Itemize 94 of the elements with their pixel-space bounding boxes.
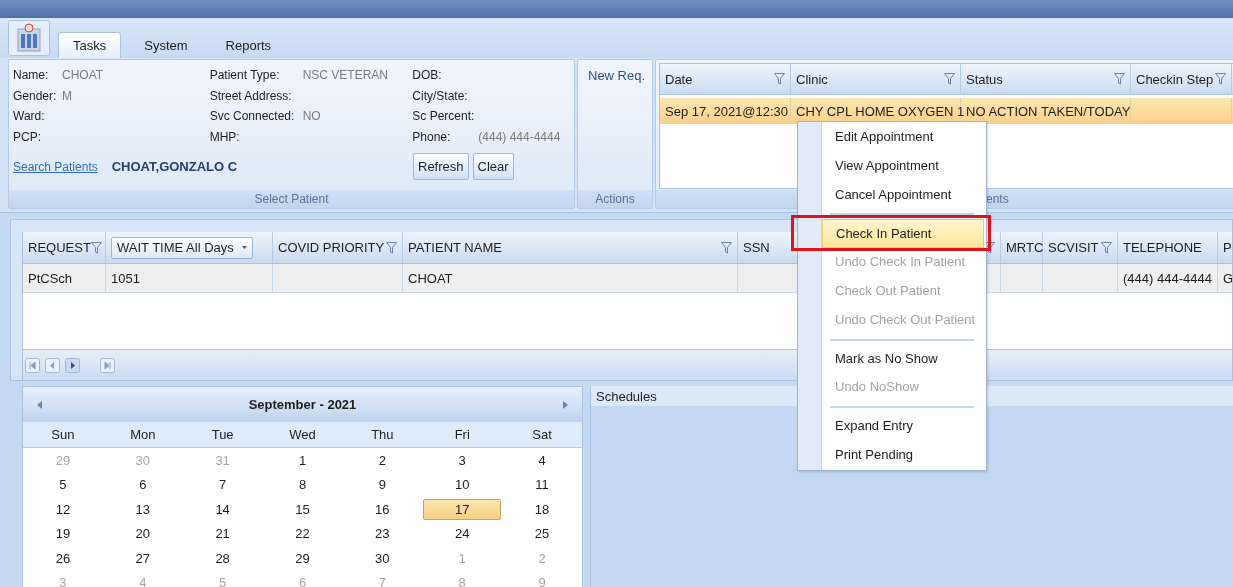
- calendar-day[interactable]: 26: [55, 548, 71, 568]
- calendar-day[interactable]: 4: [538, 450, 546, 470]
- field-label: Phone:: [412, 129, 452, 144]
- search-patients-link[interactable]: Search Patients: [13, 159, 98, 174]
- table-cell: PtCSch: [28, 270, 73, 286]
- field-label: Sc Percent:: [412, 109, 476, 124]
- wait-time-dropdown[interactable]: WAIT TIME All Days: [111, 236, 253, 259]
- field-label: City/State:: [412, 88, 469, 103]
- weekday-label: Fri: [454, 427, 470, 442]
- field-label: PCP:: [13, 129, 42, 144]
- column-header[interactable]: Clinic: [791, 64, 961, 94]
- table-cell: CHY CPL HOME OXYGEN 1: [796, 103, 965, 119]
- column-header[interactable]: P: [1223, 240, 1232, 255]
- column-header[interactable]: PATIENT NAME: [408, 240, 502, 255]
- ribbon-tab[interactable]: System: [129, 32, 203, 58]
- calendar-day[interactable]: 5: [59, 475, 67, 495]
- column-header[interactable]: SCVISIT: [1048, 240, 1099, 255]
- calendar-day[interactable]: 13: [135, 499, 150, 519]
- calendar-day[interactable]: 15: [295, 499, 310, 519]
- ribbon-tab[interactable]: Reports: [210, 32, 287, 58]
- appointment-row[interactable]: Sep 17, 2021@12:30 CHY CPL HOME OXYGEN 1 NO ACTION TAKEN/TODAY: [660, 98, 1233, 124]
- clear-button[interactable]: Clear: [472, 153, 514, 180]
- calendar-day[interactable]: 22: [295, 524, 310, 544]
- calendar-day[interactable]: 11: [535, 475, 549, 495]
- month-title: September - 2021: [248, 397, 357, 412]
- column-header[interactable]: Checkin Step: [1131, 64, 1232, 94]
- group-label: Actions: [578, 190, 652, 208]
- calendar-day[interactable]: 17: [423, 498, 502, 520]
- field-label: DOB:: [412, 68, 443, 83]
- menu-item[interactable]: Edit Appointment: [822, 123, 983, 152]
- calendar-day[interactable]: 28: [215, 548, 230, 568]
- field-label: Ward:: [13, 109, 46, 124]
- weekday-label: Sat: [532, 427, 552, 442]
- calendar-day[interactable]: 8: [298, 475, 307, 495]
- column-header[interactable]: MRTC: [1006, 240, 1044, 255]
- column-header[interactable]: Status: [961, 64, 1131, 94]
- calendar-day[interactable]: 20: [135, 524, 150, 544]
- field-value: NO: [302, 109, 321, 124]
- calendar-day[interactable]: 2: [378, 450, 386, 470]
- calendar-day[interactable]: 10: [454, 475, 470, 495]
- field-label: Gender:: [13, 88, 58, 103]
- weekday-label: Wed: [289, 427, 316, 442]
- field-label: Patient Type:: [209, 68, 281, 83]
- table-cell: G: [1223, 270, 1232, 286]
- column-header[interactable]: Date: [660, 64, 791, 94]
- field-value: NSC VETERAN: [302, 68, 388, 83]
- table-cell: NO ACTION TAKEN/TODAY: [966, 103, 1131, 119]
- patient-name: CHOAT,GONZALO C: [111, 159, 238, 174]
- calendar-day[interactable]: 24: [454, 524, 470, 544]
- calendar-day[interactable]: 7: [219, 475, 227, 495]
- calendar-day[interactable]: 21: [215, 524, 230, 544]
- group-label: Select Patient: [9, 190, 574, 208]
- calendar-day[interactable]: 1: [298, 450, 307, 470]
- calendar-day[interactable]: 30: [375, 548, 390, 568]
- column-header[interactable]: TELEPHONE: [1123, 240, 1202, 255]
- table-cell: (444) 444-4444: [1123, 270, 1212, 286]
- menu-item[interactable]: Expand Entry: [822, 412, 983, 441]
- weekday-label: Sun: [51, 427, 75, 442]
- calendar-day[interactable]: 9: [378, 475, 386, 495]
- field-label: MHP:: [209, 129, 241, 144]
- table-cell: Sep 17, 2021@12:30: [665, 103, 789, 119]
- calendar-day[interactable]: 14: [215, 499, 230, 519]
- column-header[interactable]: COVID PRIORITY: [278, 240, 385, 255]
- column-header[interactable]: SSN: [743, 240, 770, 255]
- calendar-day[interactable]: 18: [534, 499, 550, 519]
- calendar-day[interactable]: 27: [135, 548, 150, 568]
- table-cell: 1051: [111, 270, 140, 286]
- table-cell: CHOAT: [408, 270, 453, 286]
- column-header[interactable]: REQUEST: [28, 240, 91, 255]
- menu-item[interactable]: Mark as No Show: [822, 344, 983, 374]
- calendar-day[interactable]: 19: [55, 524, 71, 544]
- field-value: CHOAT: [62, 68, 104, 83]
- calendar-day[interactable]: 12: [55, 499, 71, 519]
- new-request-button[interactable]: New Req.: [586, 66, 648, 85]
- menu-item[interactable]: Print Pending: [822, 440, 983, 470]
- field-label: Svc Connected:: [209, 109, 296, 124]
- calendar-day[interactable]: 29: [295, 548, 310, 568]
- field-label: Name:: [13, 68, 50, 83]
- calendar-day[interactable]: 6: [139, 475, 147, 495]
- ribbon-tab[interactable]: Tasks: [58, 32, 122, 58]
- field-label: Street Address:: [209, 88, 293, 103]
- weekday-label: Mon: [130, 427, 156, 442]
- panel-title: Schedules: [596, 388, 657, 404]
- weekday-label: Thu: [371, 427, 394, 442]
- field-value: M: [62, 88, 72, 103]
- calendar-day[interactable]: 23: [375, 524, 390, 544]
- calendar-day[interactable]: 25: [534, 524, 550, 544]
- menu-item[interactable]: View Appointment: [822, 151, 983, 181]
- weekday-label: Tue: [211, 427, 234, 442]
- calendar-day[interactable]: 3: [458, 450, 466, 470]
- field-value: (444) 444-4444: [478, 129, 561, 144]
- menu-item[interactable]: Check In Patient: [822, 219, 984, 249]
- refresh-button[interactable]: Refresh: [413, 153, 469, 180]
- calendar-day[interactable]: 16: [375, 499, 390, 519]
